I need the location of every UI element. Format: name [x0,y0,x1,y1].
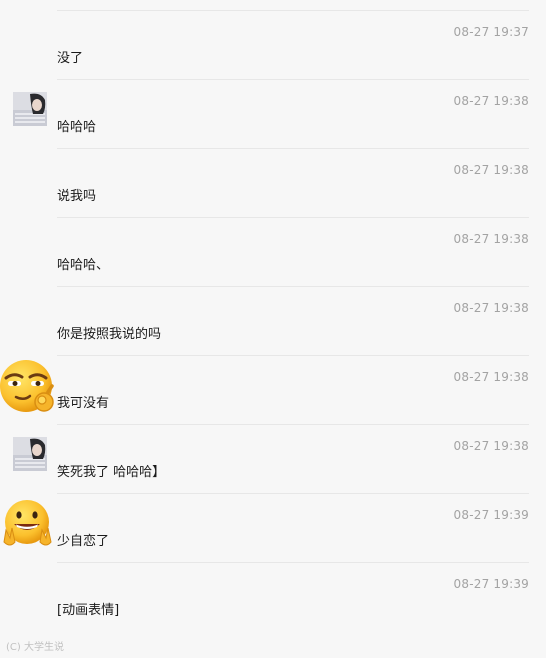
message-text[interactable]: 笑死我了 哈哈哈】 [57,461,165,480]
message-time: 08-27 19:39 [453,577,529,591]
message-time: 08-27 19:39 [453,508,529,522]
message-time: 08-27 19:38 [453,370,529,384]
message-time: 08-27 19:37 [453,25,529,39]
message-time: 08-27 19:38 [453,232,529,246]
avatar[interactable] [13,92,47,126]
message-text[interactable]: 少自恋了 [57,530,109,549]
message-text[interactable]: 我可没有 [57,392,109,411]
message-row: 08-27 19:38 哈哈哈 [0,80,546,149]
message-text[interactable]: 说我吗 [57,185,96,204]
message-text[interactable]: 你是按照我说的吗 [57,323,161,342]
message-row: 08-27 19:38 笑死我了 哈哈哈】 [0,425,546,494]
message-row: 08-27 19:39 少自恋了 [0,494,546,563]
smirk-emoji-icon[interactable] [0,356,56,416]
message-text[interactable]: 哈哈哈、 [57,254,109,273]
message-row: 08-27 19:38 哈哈哈、 [0,218,546,287]
watermark: (C) 大学生说 [6,642,64,653]
avatar[interactable] [13,437,47,471]
message-text[interactable]: 没了 [57,47,83,66]
chat-history: 08-27 19:37 没了 08-27 19:38 哈哈哈 08-27 19:… [0,0,546,658]
message-time: 08-27 19:38 [453,439,529,453]
message-text[interactable]: 哈哈哈 [57,116,96,135]
message-time: 08-27 19:38 [453,163,529,177]
message-row: 08-27 19:38 说我吗 [0,149,546,218]
message-text[interactable]: [动画表情] [57,599,119,618]
message-row: 08-27 19:38 你是按照我说的吗 [0,287,546,356]
message-row: 08-27 19:38 我可没有 [0,356,546,425]
message-time: 08-27 19:38 [453,301,529,315]
message-row: 08-27 19:39 [动画表情] [0,563,546,632]
message-time: 08-27 19:38 [453,94,529,108]
message-row: 08-27 19:37 没了 [0,11,546,80]
grin-emoji-icon[interactable] [0,498,56,550]
